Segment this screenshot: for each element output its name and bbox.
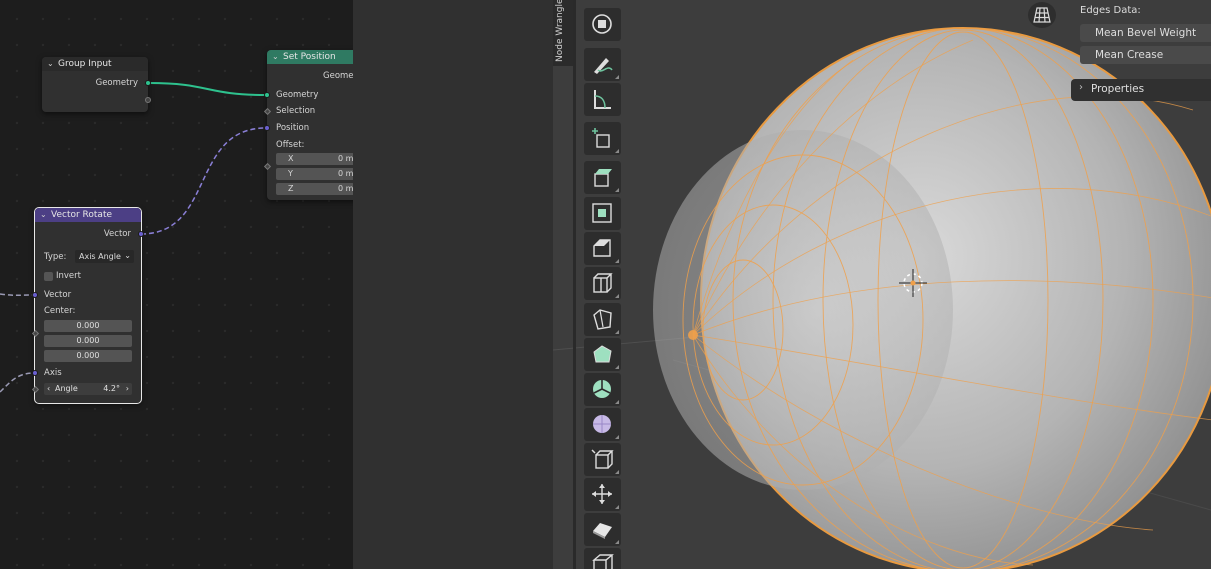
invert-label: Invert — [56, 271, 81, 281]
group-input-header[interactable]: ⌄ Group Input — [42, 57, 148, 71]
tool-annotate[interactable] — [584, 48, 621, 81]
vector-rotate-title: Vector Rotate — [51, 210, 113, 220]
vector-output-socket[interactable] — [138, 231, 144, 237]
set-position-header[interactable]: ⌄ Set Position — [267, 50, 353, 64]
side-strip — [573, 0, 576, 569]
region-divider — [353, 0, 553, 569]
shear-icon — [593, 523, 612, 539]
node-editor[interactable]: ⌄ Group Input Geometry ⌄ Set Position Ge… — [0, 0, 353, 569]
tool-poly-build[interactable] — [584, 338, 621, 371]
tool-bevel[interactable] — [584, 232, 621, 265]
offset-label: Offset: — [276, 140, 305, 150]
center-x-field[interactable]: 0.000 — [44, 320, 132, 332]
set-position-title: Set Position — [283, 52, 336, 62]
axis-input-label: Axis — [44, 368, 62, 378]
vector-input-label: Vector — [44, 290, 72, 300]
smooth-icon — [593, 415, 611, 433]
chevron-right-icon: › — [1079, 82, 1083, 93]
vector-rotate-header[interactable]: ⌄ Vector Rotate — [35, 208, 141, 222]
geometry-output-label: Geometry — [323, 71, 353, 81]
tool-view-navigate[interactable] — [584, 8, 621, 41]
group-input-node[interactable]: ⌄ Group Input Geometry — [42, 57, 151, 112]
grid-icon — [1033, 7, 1051, 23]
tool-shear[interactable] — [584, 513, 621, 546]
chevron-right-icon[interactable]: › — [126, 383, 129, 395]
offset-y-field[interactable]: Y 0 m — [276, 168, 353, 180]
geometry-input-label: Geometry — [276, 90, 319, 100]
tool-loop-cut[interactable] — [584, 267, 621, 300]
extrude-region-icon — [594, 169, 612, 187]
set-position-node[interactable]: ⌄ Set Position Geometry Geometry Selecti… — [263, 50, 353, 200]
tool-rip-region[interactable] — [584, 548, 621, 569]
geometry-output-socket[interactable] — [145, 80, 151, 86]
empty-output-socket[interactable] — [145, 97, 151, 103]
vector-output-label: Vector — [103, 229, 131, 239]
tool-extrude[interactable] — [584, 161, 621, 194]
chevron-down-icon[interactable]: ⌄ — [272, 50, 279, 64]
axis-input-socket[interactable] — [32, 370, 38, 376]
position-input-socket[interactable] — [264, 125, 270, 131]
tool-shelf — [584, 0, 622, 569]
tool-add-cube[interactable] — [584, 122, 621, 155]
properties-label: Properties — [1091, 83, 1145, 95]
tool-inset[interactable] — [584, 197, 621, 230]
tool-knife[interactable] — [584, 303, 621, 336]
knife-icon — [593, 309, 612, 330]
loop-cut-icon — [593, 273, 613, 293]
angle-field[interactable]: ‹ Angle 4.2° › — [44, 383, 132, 395]
spin-icon — [593, 380, 611, 398]
inset-faces-icon — [592, 203, 612, 223]
selection-input-label: Selection — [276, 106, 316, 116]
tool-edge-slide[interactable] — [584, 443, 621, 476]
vector-input-socket[interactable] — [32, 292, 38, 298]
node-wrangler-tab[interactable]: Node Wrangler — [553, 0, 574, 66]
vector-rotate-node[interactable]: ⌄ Vector Rotate Vector Type: Axis Angle … — [31, 207, 144, 404]
view-navigate-icon — [592, 14, 612, 34]
chevron-down-icon[interactable]: ⌄ — [47, 57, 54, 71]
add-cube-icon — [592, 128, 610, 148]
measure-icon — [594, 90, 611, 109]
chevron-left-icon[interactable]: ‹ — [47, 383, 50, 395]
mean-crease-field[interactable]: Mean Crease — [1080, 46, 1211, 64]
rip-region-icon — [592, 554, 614, 569]
tool-measure[interactable] — [584, 83, 621, 116]
center-z-field[interactable]: 0.000 — [44, 350, 132, 362]
edge-slide-icon — [591, 449, 614, 469]
shrink-fatten-icon — [592, 484, 612, 504]
properties-panel-header[interactable]: › Properties — [1071, 79, 1211, 101]
3d-viewport[interactable]: Node Wrangler Edges Data: Mean Bevel Wei… — [553, 0, 1211, 569]
toggle-grid-button[interactable] — [1028, 2, 1056, 28]
tool-shrink-fatten[interactable] — [584, 478, 621, 511]
geometry-input-socket[interactable] — [264, 92, 270, 98]
center-y-field[interactable]: 0.000 — [44, 335, 132, 347]
poly-build-icon — [593, 345, 612, 363]
bevel-icon — [593, 239, 611, 257]
offset-x-field[interactable]: X 0 m — [276, 153, 353, 165]
node-wrangler-tab-label: Node Wrangler — [555, 0, 565, 62]
offset-z-field[interactable]: Z 0 m — [276, 183, 353, 195]
geometry-output-label: Geometry — [95, 78, 138, 88]
tool-smooth[interactable] — [584, 408, 621, 441]
tool-spin[interactable] — [584, 373, 621, 406]
annotate-icon — [594, 58, 613, 74]
position-input-label: Position — [276, 123, 310, 133]
chevron-down-icon[interactable]: ⌄ — [40, 208, 47, 222]
center-label: Center: — [44, 306, 76, 316]
group-input-title: Group Input — [58, 59, 112, 69]
chevron-down-icon: ⌄ — [124, 251, 131, 260]
type-dropdown[interactable]: Axis Angle ⌄ — [75, 250, 134, 263]
mean-bevel-weight-field[interactable]: Mean Bevel Weight — [1080, 24, 1211, 42]
edges-data-title: Edges Data: — [1080, 5, 1141, 16]
